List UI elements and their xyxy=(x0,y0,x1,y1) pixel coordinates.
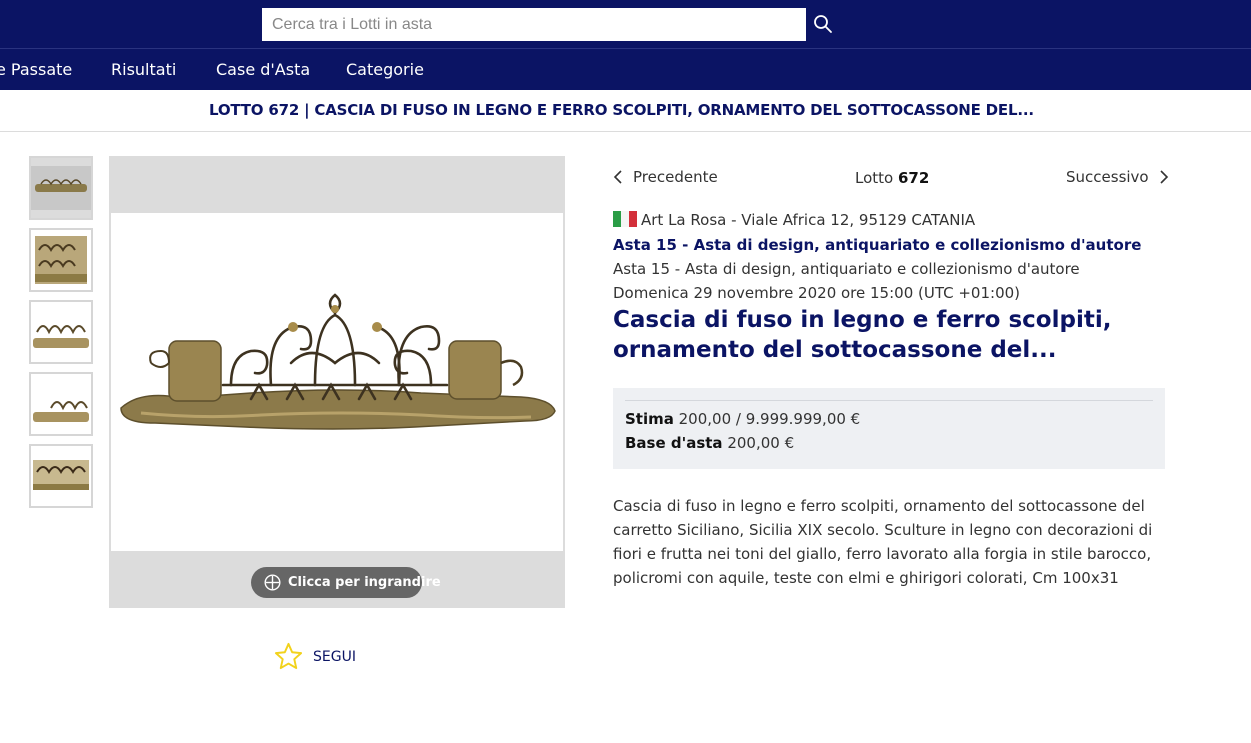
lot-main-image[interactable] xyxy=(111,213,563,551)
sale-name-plain: Asta 15 - Asta di design, antiquariato e… xyxy=(613,260,1080,278)
zoom-button[interactable]: Clicca per ingrandire xyxy=(251,567,441,598)
previous-lot-link[interactable]: Precedente xyxy=(613,164,718,190)
main-nav: e Passate Risultati Case d'Asta Categori… xyxy=(0,48,1251,90)
estimate-row: Stima 200,00 / 9.999.999,00 € xyxy=(625,410,860,428)
thumbnail-1[interactable] xyxy=(29,156,93,220)
search-input[interactable] xyxy=(262,8,806,41)
nav-item-risultati[interactable]: Risultati xyxy=(111,49,176,91)
lot-title-bar-text: LOTTO 672 | CASCIA DI FUSO IN LEGNO E FE… xyxy=(209,101,1034,119)
thumbnail-2[interactable] xyxy=(29,228,93,292)
lot-number-prefix: Lotto xyxy=(855,169,894,187)
chevron-right-icon xyxy=(1160,170,1168,184)
lot-title-bar: LOTTO 672 | CASCIA DI FUSO IN LEGNO E FE… xyxy=(0,90,1251,132)
chevron-left-icon xyxy=(613,170,622,184)
lot-image-thumbnail xyxy=(31,166,91,210)
next-lot-link[interactable]: Successivo xyxy=(1066,164,1169,190)
follow-label: SEGUI xyxy=(313,649,356,665)
estimate-label: Stima xyxy=(625,410,674,428)
lot-image-thumbnail xyxy=(31,302,91,362)
nav-item-passate[interactable]: e Passate xyxy=(0,49,72,91)
lot-number: Lotto 672 xyxy=(855,165,929,191)
thumbnail-5[interactable] xyxy=(29,444,93,508)
lot-image-thumbnail xyxy=(31,230,91,290)
search-button[interactable] xyxy=(808,8,838,41)
sale-date: Domenica 29 novembre 2020 ore 15:00 (UTC… xyxy=(613,284,1021,302)
star-icon xyxy=(274,642,303,670)
thumbnail-3[interactable] xyxy=(29,300,93,364)
italy-flag-icon xyxy=(613,211,637,227)
image-viewer[interactable]: Clicca per ingrandire xyxy=(109,156,565,608)
zoom-button-label: Clicca per ingrandire xyxy=(288,575,441,590)
nav-item-categorie[interactable]: Categorie xyxy=(346,49,424,91)
estimate-value: 200,00 / 9.999.999,00 € xyxy=(673,410,861,428)
top-header xyxy=(0,0,1251,48)
next-lot-label: Successivo xyxy=(1066,168,1149,186)
estimate-divider xyxy=(625,400,1153,401)
follow-button[interactable]: SEGUI xyxy=(274,642,374,672)
sale-name-link[interactable]: Asta 15 - Asta di design, antiquariato e… xyxy=(613,236,1141,254)
lot-image-thumbnail xyxy=(31,446,91,506)
auction-house-text: Art La Rosa - Viale Africa 12, 95129 CAT… xyxy=(641,211,976,229)
lot-title: Cascia di fuso in legno e ferro scolpiti… xyxy=(613,307,1112,363)
auction-house-link[interactable]: Art La Rosa - Viale Africa 12, 95129 CAT… xyxy=(613,209,975,231)
nav-item-case-asta[interactable]: Case d'Asta xyxy=(216,49,310,91)
base-price-value: 200,00 € xyxy=(722,434,795,452)
thumbnail-4[interactable] xyxy=(29,372,93,436)
lot-description: Cascia di fuso in legno e ferro scolpiti… xyxy=(613,497,1153,587)
lot-image-thumbnail xyxy=(31,374,91,434)
base-price-label: Base d'asta xyxy=(625,434,723,452)
lot-photo xyxy=(120,293,556,430)
sale-info: Asta 15 - Asta di design, antiquariato e… xyxy=(613,233,1173,281)
zoom-plus-circle-icon xyxy=(264,574,281,591)
previous-lot-label: Precedente xyxy=(633,168,718,186)
estimate-box: Stima 200,00 / 9.999.999,00 € Base d'ast… xyxy=(613,388,1165,469)
lot-number-value: 672 xyxy=(898,169,930,187)
base-price-row: Base d'asta 200,00 € xyxy=(625,434,794,452)
search-icon xyxy=(814,15,832,33)
